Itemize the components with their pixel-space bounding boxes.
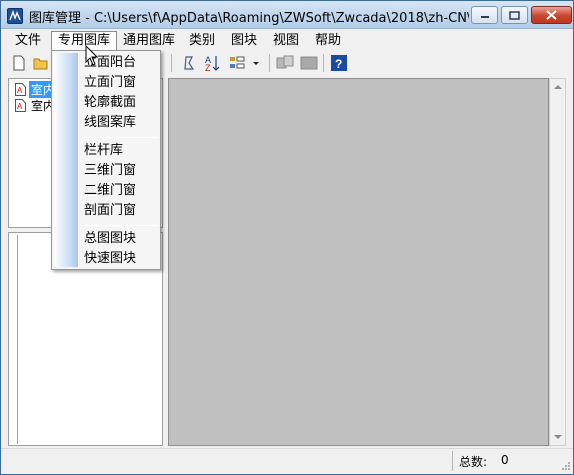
help-icon: ? bbox=[331, 55, 347, 71]
resize-grip-icon[interactable] bbox=[561, 461, 571, 471]
menu-view[interactable]: 视图 bbox=[267, 31, 305, 50]
grid-view-icon bbox=[230, 56, 245, 69]
document-icon: A bbox=[15, 98, 26, 112]
chevron-down-icon bbox=[553, 435, 562, 439]
open-folder-button[interactable] bbox=[31, 53, 51, 73]
new-file-icon bbox=[13, 55, 25, 71]
menu-item-line-pattern-library[interactable]: 线图案库 bbox=[84, 113, 136, 133]
app-logo-icon bbox=[7, 8, 23, 24]
vertical-scrollbar[interactable] bbox=[549, 78, 566, 446]
menu-item-quick-blocks[interactable]: 快速图块 bbox=[84, 249, 136, 269]
menu-item-section-doors-windows[interactable]: 剖面门窗 bbox=[84, 201, 136, 221]
scroll-up-arrow[interactable] bbox=[550, 79, 565, 95]
close-button[interactable] bbox=[531, 6, 572, 24]
sort-button[interactable]: AZ bbox=[203, 53, 223, 73]
block-view-area[interactable] bbox=[168, 78, 549, 446]
menu-item-railing-library[interactable]: 栏杆库 bbox=[84, 141, 123, 161]
menu-category[interactable]: 类别 bbox=[183, 31, 221, 50]
toolbar-separator bbox=[171, 54, 172, 72]
special-library-menu: 立面阳台 立面门窗 轮廓截面 线图案库 栏杆库 三维门窗 二维门窗 剖面门窗 总… bbox=[51, 50, 161, 270]
insert-block-icon bbox=[300, 56, 318, 70]
close-icon bbox=[546, 10, 557, 20]
chevron-down-icon bbox=[253, 62, 259, 65]
filter-button[interactable] bbox=[179, 53, 199, 73]
insert-button[interactable] bbox=[299, 53, 319, 73]
sort-az-icon: AZ bbox=[205, 55, 220, 72]
svg-text:A: A bbox=[17, 86, 23, 95]
status-bar: 总数: 0 bbox=[1, 448, 573, 474]
mouse-cursor-icon bbox=[85, 45, 99, 66]
minimize-button[interactable] bbox=[471, 6, 498, 24]
status-separator bbox=[452, 451, 453, 471]
menu-gutter bbox=[54, 53, 78, 267]
menu-item-2d-doors-windows[interactable]: 二维门窗 bbox=[84, 181, 136, 201]
svg-text:A: A bbox=[17, 102, 23, 111]
replace-button[interactable] bbox=[275, 53, 295, 73]
svg-text:Z: Z bbox=[205, 63, 211, 72]
maximize-button[interactable] bbox=[501, 6, 528, 24]
menu-special-library[interactable]: 专用图库 bbox=[51, 31, 118, 50]
menu-help[interactable]: 帮助 bbox=[309, 31, 347, 50]
help-button[interactable]: ? bbox=[329, 53, 349, 73]
filter-icon bbox=[184, 56, 195, 70]
total-count-value: 0 bbox=[501, 453, 509, 467]
title-bar: 图库管理 - C:\Users\f\AppData\Roaming\ZWSoft… bbox=[1, 1, 573, 29]
svg-text:?: ? bbox=[335, 57, 342, 71]
folder-icon bbox=[33, 58, 48, 70]
window-title: 图库管理 - C:\Users\f\AppData\Roaming\ZWSoft… bbox=[29, 11, 469, 26]
menu-item-elevation-doors-windows[interactable]: 立面门窗 bbox=[84, 73, 136, 93]
menu-item-profile-section[interactable]: 轮廓截面 bbox=[84, 93, 136, 113]
new-file-button[interactable] bbox=[9, 53, 29, 73]
menu-general-library[interactable]: 通用图库 bbox=[117, 31, 181, 50]
menu-block[interactable]: 图块 bbox=[225, 31, 263, 50]
scroll-down-arrow[interactable] bbox=[550, 429, 565, 445]
document-icon: A bbox=[15, 82, 26, 96]
toolbar-separator bbox=[323, 54, 324, 72]
view-mode-button[interactable] bbox=[227, 53, 247, 73]
app-window: 图库管理 - C:\Users\f\AppData\Roaming\ZWSoft… bbox=[0, 0, 574, 475]
menu-file[interactable]: 文件 bbox=[9, 31, 47, 50]
maximize-icon bbox=[509, 10, 520, 20]
toolbar-separator bbox=[269, 54, 270, 72]
replace-icon bbox=[276, 55, 294, 69]
view-mode-dropdown[interactable] bbox=[249, 53, 263, 73]
minimize-icon bbox=[480, 16, 489, 18]
menu-separator bbox=[82, 137, 158, 138]
menu-item-site-plan-blocks[interactable]: 总图图块 bbox=[84, 229, 136, 249]
chevron-up-icon bbox=[553, 85, 562, 89]
total-count-label: 总数: bbox=[459, 455, 488, 469]
menu-item-3d-doors-windows[interactable]: 三维门窗 bbox=[84, 161, 136, 181]
menu-separator bbox=[82, 225, 158, 226]
